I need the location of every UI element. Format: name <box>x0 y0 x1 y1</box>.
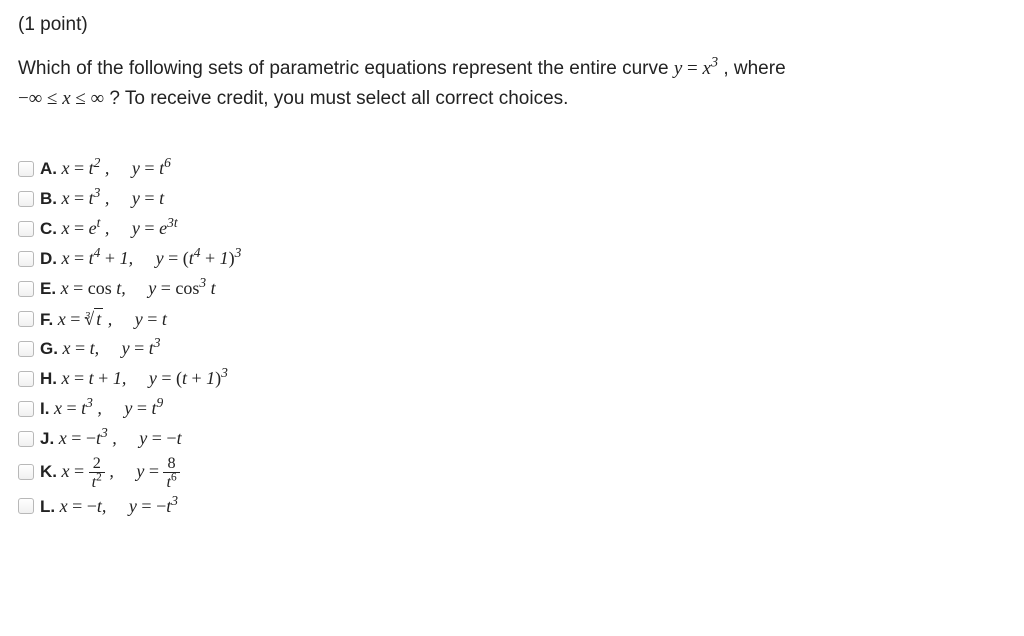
points-label: (1 point) <box>18 14 1006 36</box>
choice-checkbox-k[interactable] <box>18 464 34 480</box>
choice-checkbox-a[interactable] <box>18 161 34 177</box>
choice-row: K. x = 2t2 , y = 8t6 <box>18 455 1006 490</box>
choice-label: D. x = t4 + 1, y = (t4 + 1)3 <box>40 248 241 269</box>
choice-checkbox-e[interactable] <box>18 281 34 297</box>
choice-label: K. x = 2t2 , y = 8t6 <box>40 455 180 490</box>
choice-label: F. x = 3√t , y = t <box>40 308 167 330</box>
choice-checkbox-f[interactable] <box>18 311 34 327</box>
choices-list: A. x = t2 , y = t6 B. x = t3 , y = t C. x … <box>18 155 1006 520</box>
question-text: Which of the following sets of parametri… <box>18 54 1006 115</box>
choice-checkbox-b[interactable] <box>18 191 34 207</box>
choice-checkbox-h[interactable] <box>18 371 34 387</box>
choice-row: A. x = t2 , y = t6 <box>18 155 1006 183</box>
choice-row: E. x = cos t, y = cos3 t <box>18 275 1006 303</box>
choice-checkbox-l[interactable] <box>18 498 34 514</box>
choice-checkbox-d[interactable] <box>18 251 34 267</box>
choice-row: J. x = −t3 , y = −t <box>18 425 1006 453</box>
choice-label: C. x = et , y = e3t <box>40 218 178 239</box>
choice-row: C. x = et , y = e3t <box>18 215 1006 243</box>
choice-label: B. x = t3 , y = t <box>40 188 164 209</box>
choice-checkbox-g[interactable] <box>18 341 34 357</box>
choice-checkbox-i[interactable] <box>18 401 34 417</box>
choice-label: L. x = −t, y = −t3 <box>40 496 178 517</box>
choice-row: D. x = t4 + 1, y = (t4 + 1)3 <box>18 245 1006 273</box>
choice-label: A. x = t2 , y = t6 <box>40 158 171 179</box>
choice-row: B. x = t3 , y = t <box>18 185 1006 213</box>
choice-row: F. x = 3√t , y = t <box>18 305 1006 333</box>
choice-label: G. x = t, y = t3 <box>40 338 161 359</box>
choice-checkbox-c[interactable] <box>18 221 34 237</box>
choice-row: H. x = t + 1, y = (t + 1)3 <box>18 365 1006 393</box>
choice-label: H. x = t + 1, y = (t + 1)3 <box>40 368 228 389</box>
choice-checkbox-j[interactable] <box>18 431 34 447</box>
choice-row: L. x = −t, y = −t3 <box>18 492 1006 520</box>
choice-label: I. x = t3 , y = t9 <box>40 398 163 419</box>
choice-row: G. x = t, y = t3 <box>18 335 1006 363</box>
choice-label: J. x = −t3 , y = −t <box>40 428 182 449</box>
choice-row: I. x = t3 , y = t9 <box>18 395 1006 423</box>
choice-label: E. x = cos t, y = cos3 t <box>40 278 216 299</box>
